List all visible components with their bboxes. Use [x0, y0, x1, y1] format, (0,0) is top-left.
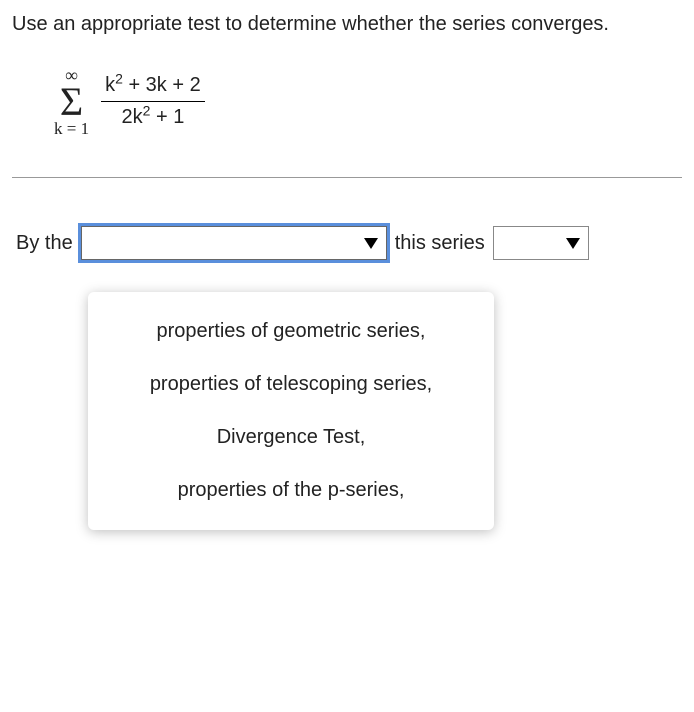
- result-select[interactable]: [493, 226, 589, 260]
- fraction: k2 + 3k + 2 2k2 + 1: [101, 74, 205, 129]
- answer-row: By the this series: [16, 226, 682, 260]
- denominator: 2k2 + 1: [117, 102, 188, 129]
- question-text: Use an appropriate test to determine whe…: [12, 10, 682, 38]
- sigma-lower-limit: k = 1: [54, 120, 89, 137]
- answer-prefix: By the: [16, 232, 73, 255]
- test-select[interactable]: [81, 226, 387, 260]
- section-divider: [12, 177, 682, 178]
- sigma-symbol: Σ: [60, 84, 83, 120]
- numerator: k2 + 3k + 2: [101, 74, 205, 102]
- dropdown-panel: properties of geometric series, properti…: [88, 292, 494, 530]
- dropdown-option-telescoping[interactable]: properties of telescoping series,: [150, 373, 432, 396]
- chevron-down-icon: [566, 238, 580, 249]
- chevron-down-icon: [364, 238, 378, 249]
- dropdown-option-divergence[interactable]: Divergence Test,: [217, 426, 366, 449]
- answer-middle: this series: [395, 232, 485, 255]
- dropdown-option-geometric[interactable]: properties of geometric series,: [156, 320, 425, 343]
- series-formula: ∞ Σ k = 1 k2 + 3k + 2 2k2 + 1: [54, 66, 682, 137]
- dropdown-option-pseries[interactable]: properties of the p-series,: [178, 479, 405, 502]
- sigma-notation: ∞ Σ k = 1: [54, 66, 89, 137]
